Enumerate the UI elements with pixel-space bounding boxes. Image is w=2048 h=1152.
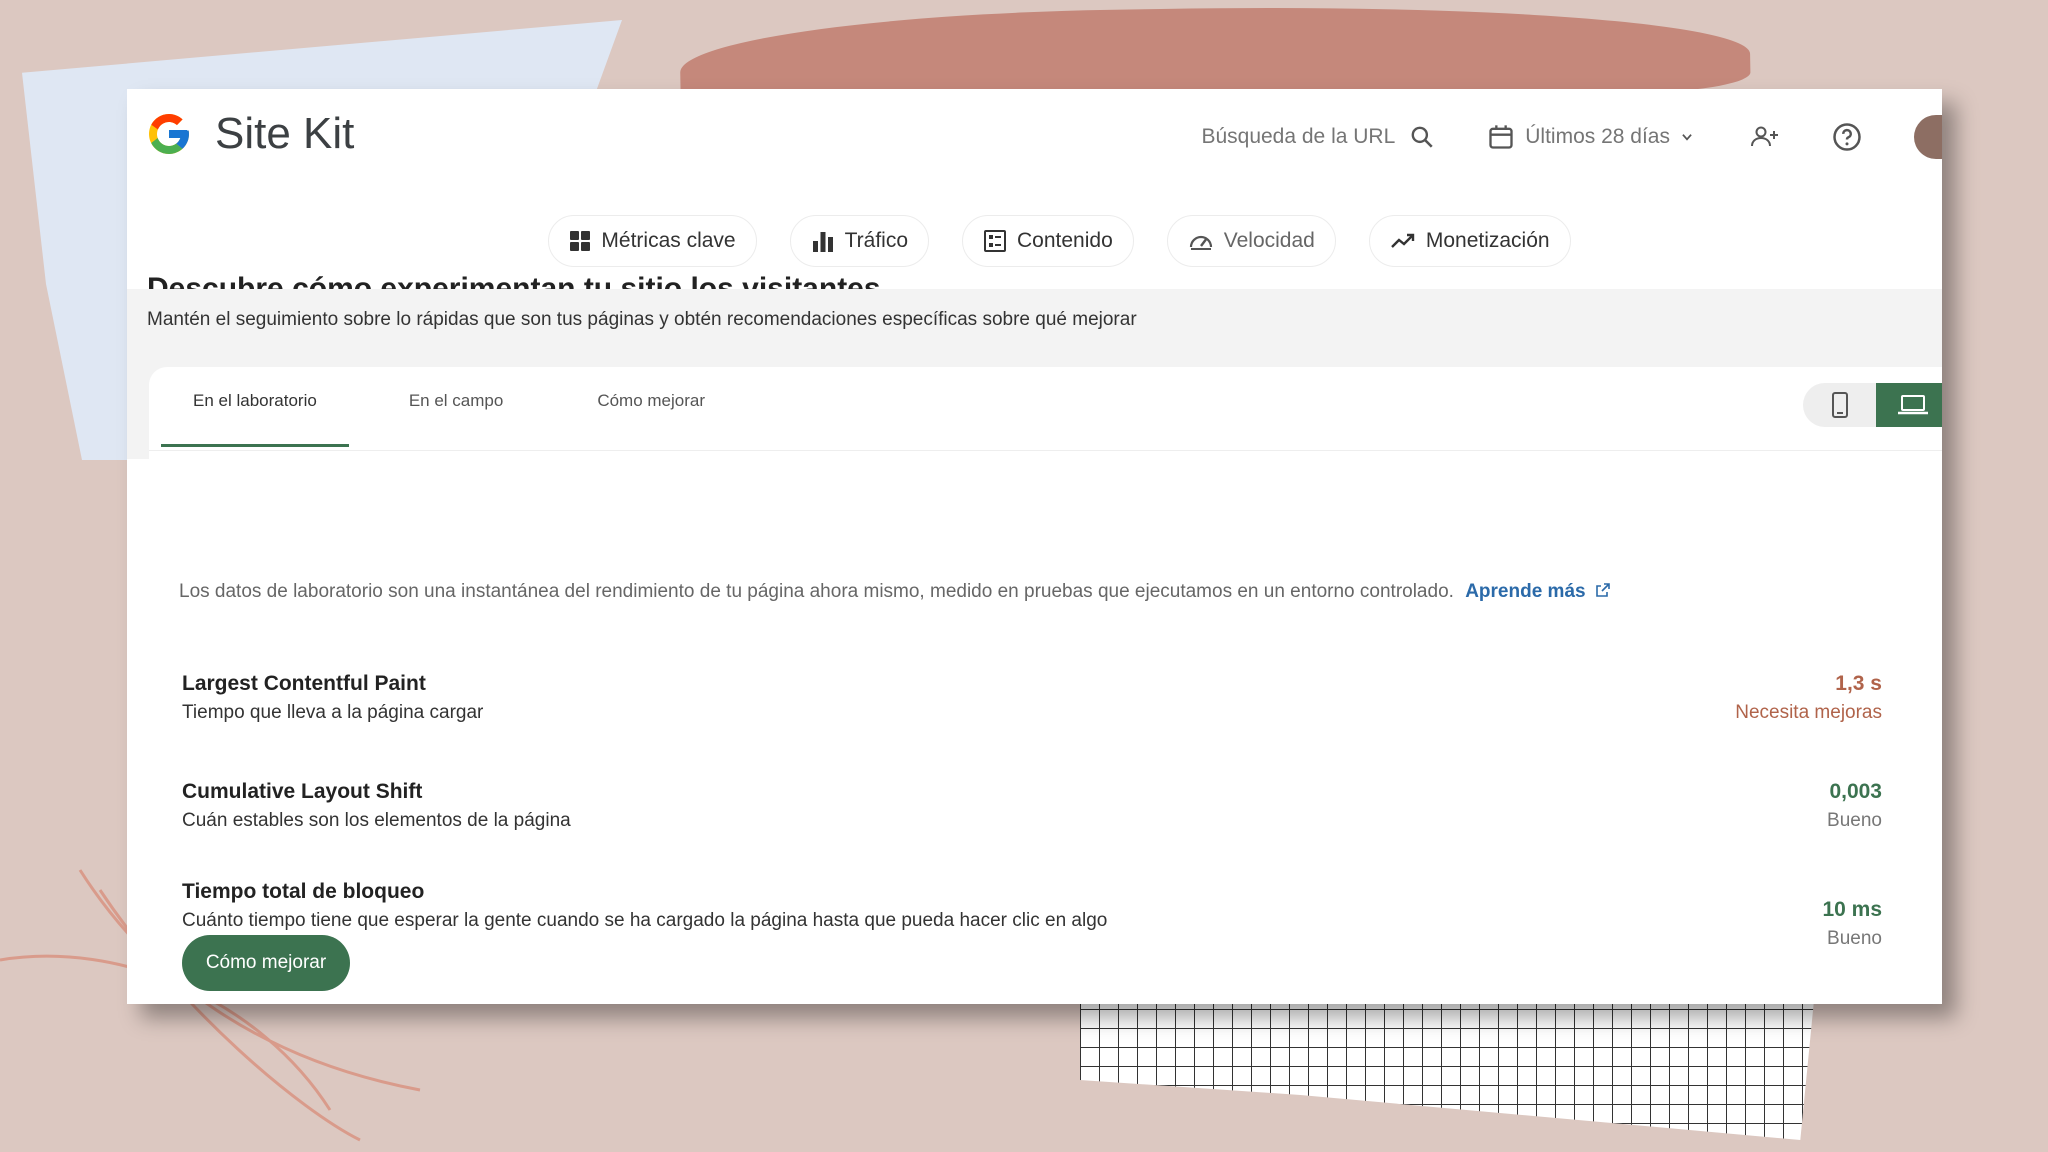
metric-name: Tiempo total de bloqueo <box>182 880 425 903</box>
nav-chip-label: Velocidad <box>1223 229 1315 252</box>
nav-chip-metricas-clave[interactable]: Métricas clave <box>548 215 757 267</box>
url-search-button[interactable]: Búsqueda de la URL <box>1201 124 1435 150</box>
date-range-label: Últimos 28 días <box>1525 125 1670 148</box>
panel-tabs: En el laboratorio En el campo Cómo mejor… <box>161 367 737 447</box>
grid-icon <box>570 231 591 251</box>
metric-description: Tiempo que lleva a la página cargar <box>182 702 484 723</box>
nav-chip-velocidad[interactable]: Velocidad <box>1166 215 1336 267</box>
metric-row-tbt: Tiempo total de bloqueo Cuánto tiempo ti… <box>182 880 1882 949</box>
help-icon <box>1833 123 1861 151</box>
add-user-button[interactable] <box>1750 124 1780 150</box>
metric-name: Cumulative Layout Shift <box>182 780 423 803</box>
metric-row-lcp: Largest Contentful Paint Tiempo que llev… <box>182 672 1882 724</box>
app-title: Site Kit <box>215 109 355 158</box>
calendar-icon <box>1489 125 1513 149</box>
mobile-device-button[interactable] <box>1803 383 1876 427</box>
nav-chip-contenido[interactable]: Contenido <box>962 215 1134 267</box>
metric-row-cls: Cumulative Layout Shift Cuán estables so… <box>182 780 1882 832</box>
google-g-icon <box>149 114 189 154</box>
metric-description: Cuán estables son los elementos de la pá… <box>182 810 571 831</box>
decorative-grid-paper <box>1080 990 1815 1140</box>
external-link-icon <box>1596 583 1610 597</box>
desktop-device-button[interactable] <box>1876 383 1942 427</box>
metric-result: 0,003 Bueno <box>1827 780 1882 832</box>
learn-more-link[interactable]: Aprende más <box>1465 581 1611 602</box>
section-title: Descubre cómo experimentan tu sitio los … <box>147 272 881 289</box>
metric-status: Necesita mejoras <box>1735 702 1882 723</box>
url-search-label: Búsqueda de la URL <box>1201 125 1396 148</box>
tab-en-el-laboratorio[interactable]: En el laboratorio <box>161 367 349 447</box>
help-button[interactable] <box>1832 122 1862 152</box>
site-kit-logo: Site Kit <box>145 109 354 159</box>
bar-chart-icon <box>812 232 833 252</box>
speedometer-icon <box>1189 235 1212 250</box>
metric-status: Bueno <box>1827 810 1882 831</box>
section-subtitle: Mantén el seguimiento sobre lo rápidas q… <box>147 309 1137 330</box>
tab-divider <box>149 450 1942 451</box>
metric-result: 10 ms Bueno <box>1822 898 1882 950</box>
nav-chip-label: Métricas clave <box>601 229 736 252</box>
metric-name: Largest Contentful Paint <box>182 672 426 695</box>
nav-chip-label: Contenido <box>1017 229 1113 252</box>
lab-data-description: Los datos de laboratorio son una instant… <box>179 581 1611 603</box>
nav-chip-label: Monetización <box>1425 229 1550 252</box>
chevron-down-icon <box>1682 134 1692 141</box>
add-user-icon <box>1751 126 1778 147</box>
search-icon <box>1411 126 1433 148</box>
metric-result: 1,3 s Necesita mejoras <box>1735 672 1882 724</box>
tab-como-mejorar[interactable]: Cómo mejorar <box>565 367 737 447</box>
tab-en-el-campo[interactable]: En el campo <box>349 367 566 447</box>
device-toggle <box>1803 383 1942 427</box>
metric-value: 0,003 <box>1829 780 1882 803</box>
header: Site Kit Búsqueda de la URL Últimos 28 d… <box>127 89 1942 289</box>
metric-description: Cuánto tiempo tiene que esperar la gente… <box>182 910 1108 931</box>
nav-chip-label: Tráfico <box>844 229 909 252</box>
learn-more-label: Aprende más <box>1465 581 1586 602</box>
dashboard-nav: Métricas clave Tráfico Contenido Velocid… <box>127 215 1942 267</box>
header-actions: Búsqueda de la URL Últimos 28 días <box>1201 115 1942 159</box>
trend-up-icon <box>1390 233 1415 248</box>
how-to-improve-button[interactable]: Cómo mejorar <box>182 935 350 991</box>
nav-chip-monetizacion[interactable]: Monetización <box>1368 215 1571 267</box>
metric-value: 10 ms <box>1822 898 1882 921</box>
mobile-phone-icon <box>1831 392 1848 418</box>
avatar[interactable] <box>1914 115 1942 159</box>
metric-status: Bueno <box>1827 928 1882 949</box>
metric-value: 1,3 s <box>1835 672 1882 695</box>
content-list-icon <box>984 230 1007 252</box>
date-range-selector[interactable]: Últimos 28 días <box>1487 123 1694 151</box>
laptop-icon <box>1897 395 1928 415</box>
nav-chip-trafico[interactable]: Tráfico <box>789 215 930 267</box>
lab-description-text: Los datos de laboratorio son una instant… <box>179 581 1454 602</box>
site-kit-window: Site Kit Búsqueda de la URL Últimos 28 d… <box>127 89 1942 1004</box>
